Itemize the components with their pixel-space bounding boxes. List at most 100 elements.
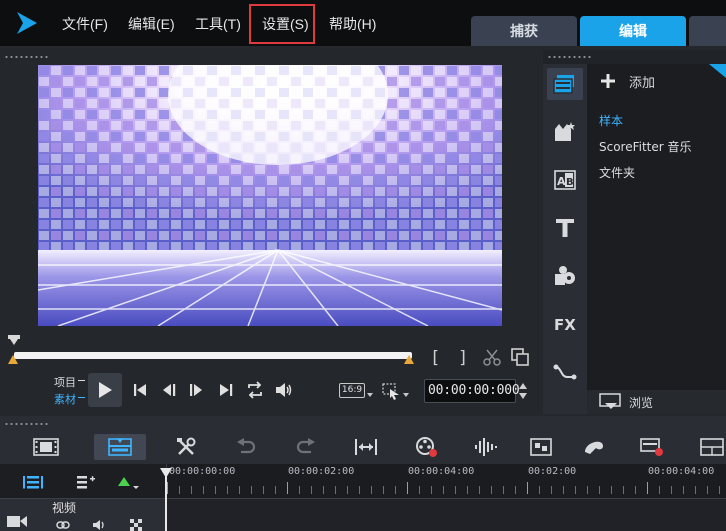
path-button[interactable] bbox=[551, 358, 579, 386]
mark-in-button[interactable]: [ bbox=[430, 348, 440, 368]
checker-icon[interactable] bbox=[130, 519, 142, 531]
menu-file[interactable]: 文件(F) bbox=[62, 14, 108, 34]
motion-tracking-button[interactable] bbox=[522, 434, 562, 460]
trim-end-handle-icon[interactable] bbox=[404, 355, 414, 364]
project-mode-label[interactable]: 项目 bbox=[54, 374, 76, 390]
ruler-major-ticks bbox=[167, 482, 726, 494]
scissors-icon[interactable] bbox=[483, 348, 501, 366]
panel-grip[interactable] bbox=[547, 55, 593, 59]
preview-video[interactable] bbox=[38, 65, 502, 326]
browse-button[interactable]: 浏览 bbox=[587, 390, 726, 414]
undo-button[interactable] bbox=[226, 434, 266, 460]
audio-wave-icon bbox=[475, 438, 497, 456]
tab-capture[interactable]: 捕获 bbox=[471, 16, 577, 46]
timeline-view-button[interactable] bbox=[94, 434, 146, 460]
mask-icon bbox=[585, 441, 603, 454]
menu-help[interactable]: 帮助(H) bbox=[329, 14, 376, 34]
library-panel: A B FX 添加 样本 ScoreFitter 音乐 文件夹 浏览 bbox=[543, 50, 726, 414]
timecode-display[interactable]: 00:00:00:000 bbox=[424, 379, 520, 403]
tab-share[interactable] bbox=[689, 16, 726, 46]
add-label: 添加 bbox=[629, 74, 656, 90]
link-icon[interactable] bbox=[56, 519, 70, 531]
next-frame-icon[interactable] bbox=[187, 381, 205, 399]
resize-crop-icon[interactable] bbox=[381, 381, 401, 401]
timecode-down-icon[interactable] bbox=[519, 393, 527, 399]
multicam-button[interactable] bbox=[632, 434, 672, 460]
trim-start-handle-icon[interactable] bbox=[8, 355, 18, 364]
play-button[interactable] bbox=[88, 373, 122, 407]
menu-edit[interactable]: 编辑(E) bbox=[128, 14, 175, 34]
tools-icon bbox=[177, 437, 196, 455]
settings-highlight-box bbox=[249, 4, 315, 44]
fit-project-button[interactable] bbox=[346, 434, 386, 460]
transition-icon: A B bbox=[554, 170, 576, 190]
volume-icon[interactable] bbox=[274, 380, 294, 400]
transition-button[interactable]: A B bbox=[551, 166, 579, 194]
redo-button[interactable] bbox=[286, 434, 326, 460]
play-icon bbox=[99, 382, 112, 398]
menu-tools[interactable]: 工具(T) bbox=[195, 14, 241, 34]
toolbox-button[interactable] bbox=[166, 434, 206, 460]
library-item-scorefitter[interactable]: ScoreFitter 音乐 bbox=[587, 134, 726, 160]
title-button[interactable] bbox=[551, 214, 579, 242]
go-to-start-icon[interactable] bbox=[131, 381, 149, 399]
storyboard-view-button[interactable] bbox=[26, 434, 66, 460]
add-chapter-icon[interactable] bbox=[76, 474, 96, 490]
video-track-header[interactable]: 视频 bbox=[0, 498, 166, 531]
options-corner-icon[interactable] bbox=[709, 64, 726, 78]
subtitle-editor-button[interactable] bbox=[574, 434, 614, 460]
track-manager-icon[interactable] bbox=[22, 474, 44, 490]
panel-grip[interactable] bbox=[4, 422, 50, 426]
graphics-button[interactable] bbox=[551, 262, 579, 290]
path-icon bbox=[553, 364, 577, 380]
panel-grip[interactable] bbox=[4, 55, 50, 59]
timeline-header: 00:00:00:00 00:00:02:00 00:00:04:00 00:0… bbox=[0, 464, 726, 498]
aspect-dropdown-icon[interactable] bbox=[367, 393, 373, 397]
instant-project-button[interactable] bbox=[551, 118, 579, 146]
ruler-label: 00:00:04:00 bbox=[648, 466, 715, 477]
filter-button[interactable]: FX bbox=[551, 310, 579, 338]
timeline-ruler[interactable]: 00:00:00:00 00:00:02:00 00:00:04:00 00:0… bbox=[166, 464, 726, 498]
repeat-icon[interactable] bbox=[245, 380, 265, 400]
scrubber-track[interactable] bbox=[14, 352, 412, 359]
split-screen-button[interactable] bbox=[692, 434, 726, 460]
chapter-dropdown-icon[interactable] bbox=[133, 486, 139, 489]
video-editor-window: 文件(F) 编辑(E) 工具(T) 设置(S) 帮助(H) 捕获 编辑 [] … bbox=[0, 0, 726, 531]
media-category-button[interactable] bbox=[547, 68, 583, 100]
track-volume-icon[interactable] bbox=[92, 519, 108, 531]
motion-track-icon bbox=[530, 438, 552, 456]
library-item-samples[interactable]: 样本 bbox=[587, 108, 726, 134]
title-icon bbox=[556, 219, 574, 237]
svg-text:FX: FX bbox=[554, 316, 576, 334]
timecode-up-icon[interactable] bbox=[519, 383, 527, 389]
aspect-ratio-button[interactable]: 16:9 bbox=[339, 383, 365, 398]
storyboard-icon bbox=[33, 438, 59, 456]
record-capture-button[interactable] bbox=[406, 434, 446, 460]
ruler-label: 00:00:04:00 bbox=[408, 466, 475, 477]
video-track-body[interactable] bbox=[166, 498, 726, 531]
playhead-cap bbox=[8, 335, 20, 339]
fit-width-icon bbox=[355, 439, 377, 455]
previous-frame-icon[interactable] bbox=[160, 381, 178, 399]
mode-dash bbox=[78, 397, 85, 398]
timeline-toolbar bbox=[0, 416, 726, 464]
auto-music-button[interactable] bbox=[466, 434, 506, 460]
library-category-bar: A B FX bbox=[543, 64, 587, 414]
timeline-playhead-line bbox=[165, 498, 167, 531]
enlarge-preview-icon[interactable] bbox=[510, 347, 530, 367]
add-folder-button[interactable]: 添加 bbox=[587, 64, 726, 98]
redo-icon bbox=[296, 438, 315, 454]
app-logo-icon bbox=[17, 12, 37, 34]
disco-floor-image bbox=[38, 65, 502, 326]
clip-mode-label[interactable]: 素材 bbox=[54, 391, 76, 407]
library-folder-list: 样本 ScoreFitter 音乐 文件夹 bbox=[587, 108, 726, 186]
tab-edit[interactable]: 编辑 bbox=[580, 16, 686, 46]
library-item-folder[interactable]: 文件夹 bbox=[587, 160, 726, 186]
plus-icon bbox=[601, 74, 615, 88]
track-label: 视频 bbox=[52, 501, 77, 515]
timeline-playhead-line bbox=[165, 476, 167, 498]
resize-dropdown-icon[interactable] bbox=[403, 393, 409, 397]
mark-out-button[interactable]: ] bbox=[458, 348, 468, 368]
chapter-marker-icon[interactable] bbox=[118, 477, 130, 486]
go-to-end-icon[interactable] bbox=[217, 381, 235, 399]
